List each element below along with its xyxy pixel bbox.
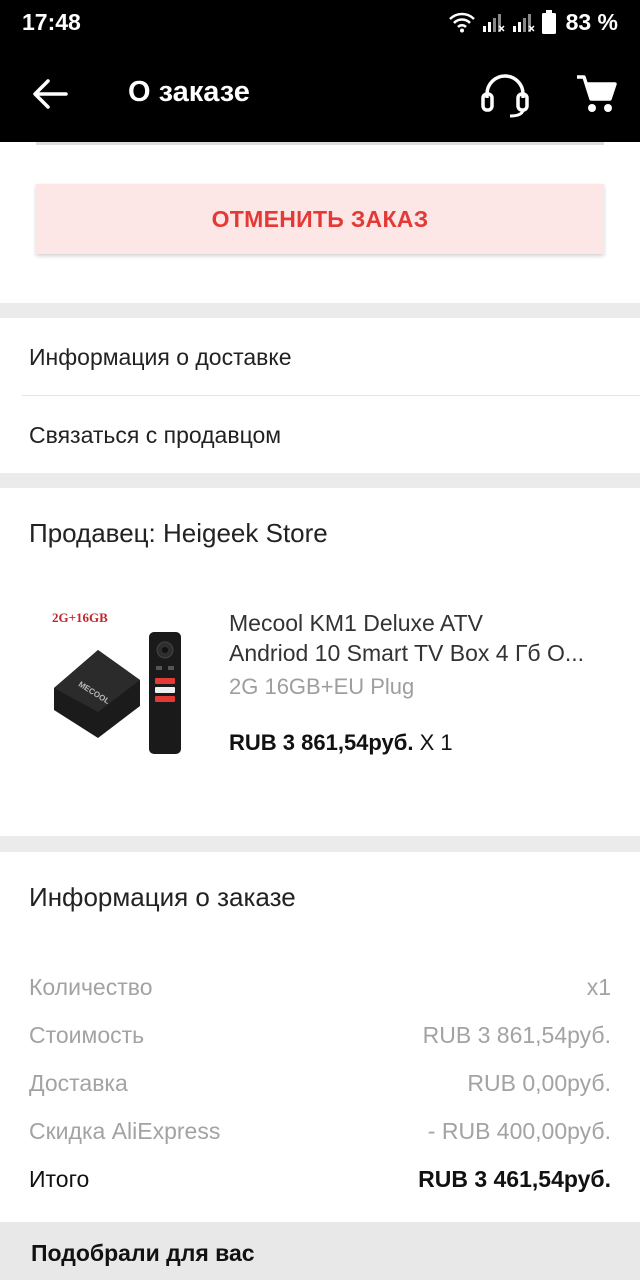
seller-section: Продавец: Heigeek Store 2G+16GB MECOOL M… xyxy=(0,488,640,836)
product-variant: 2G 16GB+EU Plug xyxy=(229,674,415,699)
product-price: RUB 3 861,54руб. xyxy=(229,730,414,755)
wifi-icon xyxy=(448,12,475,33)
status-time: 17:48 xyxy=(22,9,81,35)
order-info-section: Информация о заказе Количество x1 Стоимо… xyxy=(0,852,640,1222)
arrow-left-icon[interactable] xyxy=(30,74,70,114)
headset-icon[interactable] xyxy=(480,72,530,118)
product-name-line: Mecool KM1 Deluxe ATV xyxy=(229,610,483,636)
cart-icon[interactable] xyxy=(574,72,618,116)
order-total-label: Итого xyxy=(29,1166,90,1192)
battery-icon xyxy=(541,10,556,34)
contact-seller-link[interactable]: Связаться с продавцом xyxy=(0,396,640,474)
order-row-delivery: Доставка RUB 0,00руб. xyxy=(29,1070,611,1097)
order-row-cost: Стоимость RUB 3 861,54руб. xyxy=(29,1022,611,1049)
product-quantity: X 1 xyxy=(419,730,453,755)
cancel-order-section: ОТМЕНИТЬ ЗАКАЗ xyxy=(0,142,640,303)
order-links-section: Информация о доставке Связаться с продав… xyxy=(0,318,640,473)
seller-name[interactable]: Продавец: Heigeek Store xyxy=(29,518,328,549)
status-icons: 83 % xyxy=(448,9,618,35)
order-row-value: x1 xyxy=(586,974,611,1000)
product-name-line: Andriod 10 Smart TV Box 4 Гб О... xyxy=(229,640,585,666)
cancel-order-button[interactable]: ОТМЕНИТЬ ЗАКАЗ xyxy=(36,184,604,254)
order-row-value: RUB 0,00руб. xyxy=(467,1070,611,1096)
order-row-label: Скидка AliExpress xyxy=(29,1118,221,1144)
order-row-label: Доставка xyxy=(29,1070,128,1096)
product-image-badge: 2G+16GB xyxy=(52,610,108,625)
page-title: О заказе xyxy=(128,76,250,108)
order-row-value: - RUB 400,00руб. xyxy=(427,1118,611,1144)
product-name[interactable]: Mecool KM1 Deluxe ATV Andriod 10 Smart T… xyxy=(229,608,609,668)
app-bar: О заказе xyxy=(0,44,640,142)
product-image[interactable]: 2G+16GB MECOOL xyxy=(28,588,208,768)
order-row-total: Итого RUB 3 461,54руб. xyxy=(29,1166,611,1193)
delivery-info-link[interactable]: Информация о доставке xyxy=(0,318,640,396)
signal-icon xyxy=(482,14,505,32)
order-row-value: RUB 3 861,54руб. xyxy=(422,1022,611,1048)
divider xyxy=(36,142,604,145)
battery-percent: 83 % xyxy=(565,8,618,35)
order-row-label: Стоимость xyxy=(29,1022,145,1048)
recommendations-section: Подобрали для вас xyxy=(0,1222,640,1280)
order-row-quantity: Количество x1 xyxy=(29,974,611,1001)
order-row-discount: Скидка AliExpress - RUB 400,00руб. xyxy=(29,1118,611,1145)
recommendations-title: Подобрали для вас xyxy=(31,1240,255,1266)
order-total-value: RUB 3 461,54руб. xyxy=(418,1166,611,1192)
product-price-line: RUB 3 861,54руб. X 1 xyxy=(229,730,453,756)
order-row-label: Количество xyxy=(29,974,153,1000)
order-info-title: Информация о заказе xyxy=(29,882,296,912)
signal-icon xyxy=(512,14,535,32)
status-bar: 17:48 83 % xyxy=(0,0,640,44)
